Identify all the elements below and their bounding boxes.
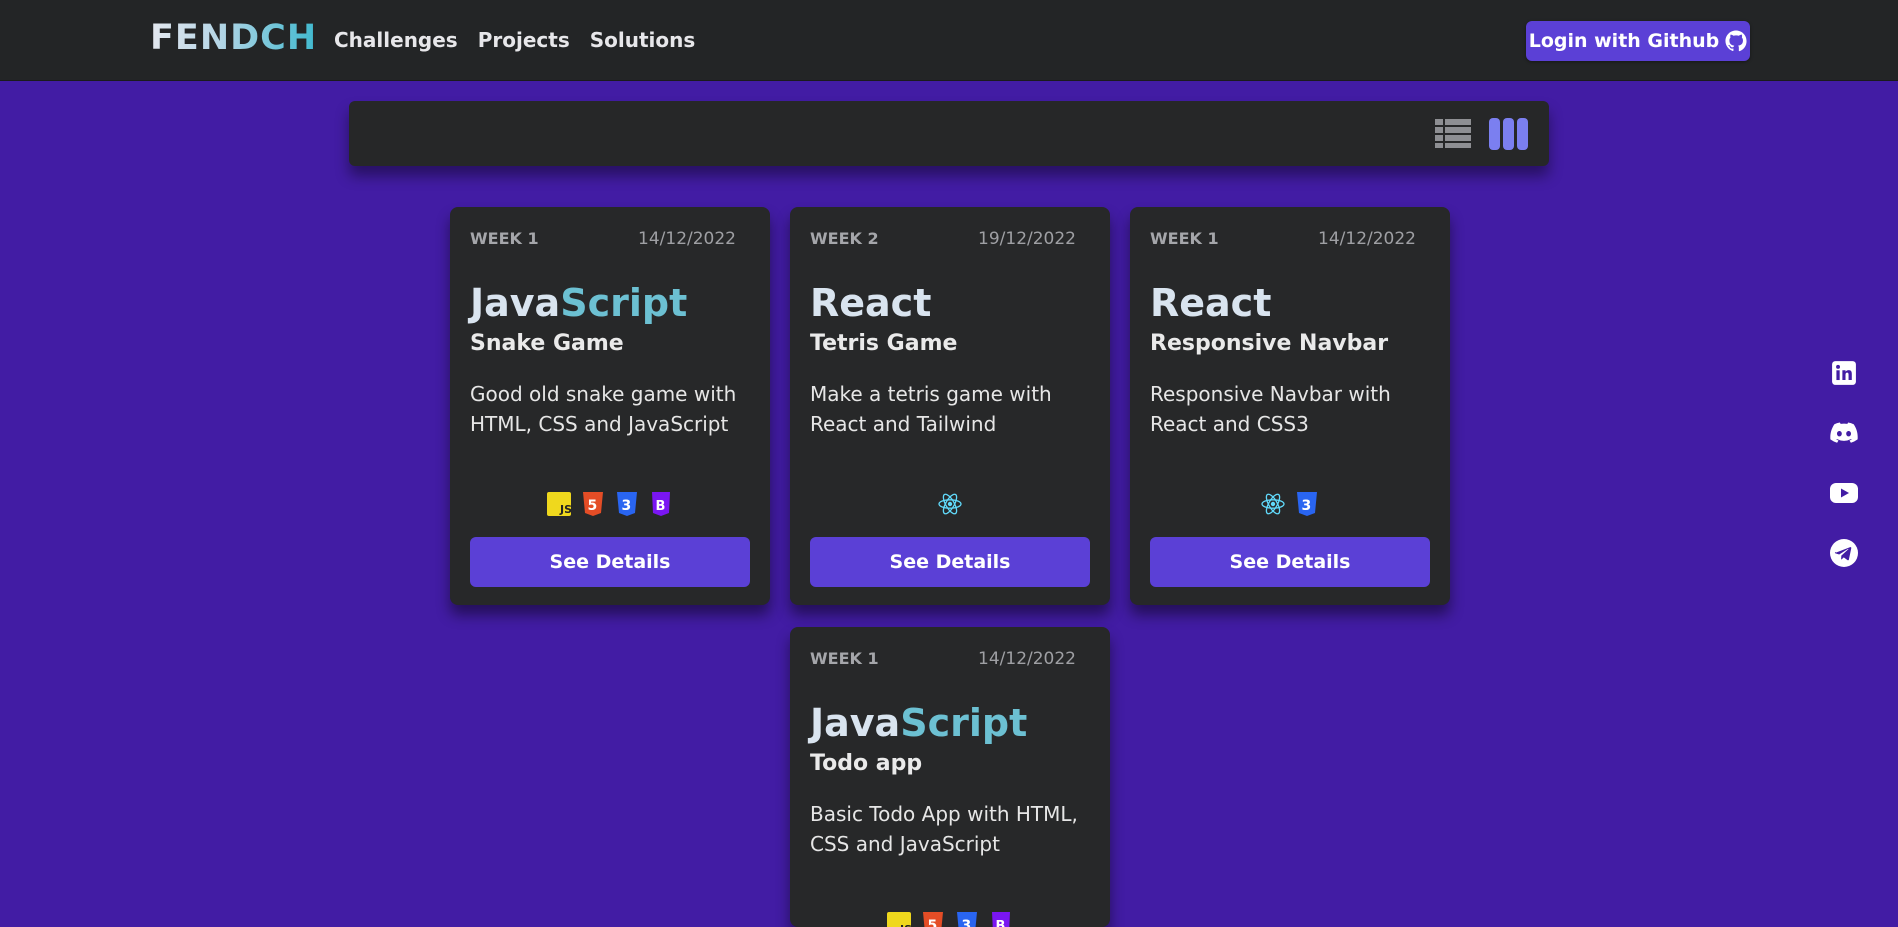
card-tech-stack	[790, 911, 1110, 927]
card-week: WEEK 1	[810, 649, 879, 668]
card-language: React	[1150, 281, 1272, 325]
card-date: 14/12/2022	[1318, 229, 1416, 249]
css3-icon	[955, 911, 979, 927]
card-title: Snake Game	[470, 331, 624, 356]
challenge-card: WEEK 1 14/12/2022 JavaScript Todo app Ba…	[790, 627, 1110, 927]
html5-icon	[581, 491, 605, 517]
html5-icon	[921, 911, 945, 927]
see-details-button[interactable]: See Details	[1150, 537, 1430, 587]
card-date: 14/12/2022	[638, 229, 736, 249]
card-description: Responsive Navbar with React and CSS3	[1150, 382, 1391, 436]
github-icon	[1725, 30, 1747, 52]
bootstrap-icon	[649, 491, 673, 517]
linkedin-icon[interactable]	[1830, 359, 1858, 387]
challenge-card: WEEK 1 14/12/2022 JavaScript Snake Game …	[450, 207, 770, 605]
discord-icon[interactable]	[1830, 419, 1858, 447]
card-title: Todo app	[810, 751, 923, 776]
list-view-icon[interactable]	[1435, 118, 1471, 148]
card-tech-stack	[790, 491, 1110, 517]
card-week: WEEK 1	[1150, 229, 1219, 248]
card-language: React	[810, 281, 932, 325]
bootstrap-icon	[989, 911, 1013, 927]
nav-link-challenges[interactable]: Challenges	[334, 28, 458, 52]
login-with-github-button[interactable]: Login with Github	[1526, 21, 1750, 61]
card-date: 19/12/2022	[978, 229, 1076, 249]
see-details-button[interactable]: See Details	[810, 537, 1090, 587]
card-title: Tetris Game	[810, 331, 958, 356]
challenge-card: WEEK 1 14/12/2022 React Responsive Navba…	[1130, 207, 1450, 605]
card-week: WEEK 2	[810, 229, 879, 248]
view-toolbar	[349, 101, 1549, 166]
logo[interactable]: FENDCH	[150, 18, 317, 58]
card-title: Responsive Navbar	[1150, 331, 1389, 356]
javascript-icon	[887, 911, 911, 927]
react-icon	[938, 491, 962, 517]
challenge-card: WEEK 2 19/12/2022 React Tetris Game Make…	[790, 207, 1110, 605]
card-description: Basic Todo App with HTML, CSS and JavaSc…	[810, 802, 1078, 856]
navbar: FENDCH Challenges Projects Solutions Log…	[0, 0, 1898, 81]
card-language: JavaScript	[470, 281, 688, 325]
react-icon	[1261, 491, 1285, 517]
card-date: 14/12/2022	[978, 649, 1076, 669]
grid-view-icon[interactable]	[1489, 118, 1529, 150]
css3-icon	[615, 491, 639, 517]
nav-link-solutions[interactable]: Solutions	[590, 28, 696, 52]
card-description: Make a tetris game with React and Tailwi…	[810, 382, 1052, 436]
css3-icon	[1295, 491, 1319, 517]
card-language: JavaScript	[810, 701, 1028, 745]
card-description: Good old snake game with HTML, CSS and J…	[470, 382, 737, 436]
javascript-icon	[547, 491, 571, 517]
see-details-button[interactable]: See Details	[470, 537, 750, 587]
youtube-icon[interactable]	[1830, 479, 1858, 507]
nav-link-projects[interactable]: Projects	[478, 28, 570, 52]
nav-links: Challenges Projects Solutions	[334, 28, 695, 52]
login-label: Login with Github	[1528, 30, 1720, 52]
card-week: WEEK 1	[470, 229, 539, 248]
card-tech-stack	[1130, 491, 1450, 517]
card-tech-stack	[450, 491, 770, 517]
telegram-icon[interactable]	[1830, 539, 1858, 567]
